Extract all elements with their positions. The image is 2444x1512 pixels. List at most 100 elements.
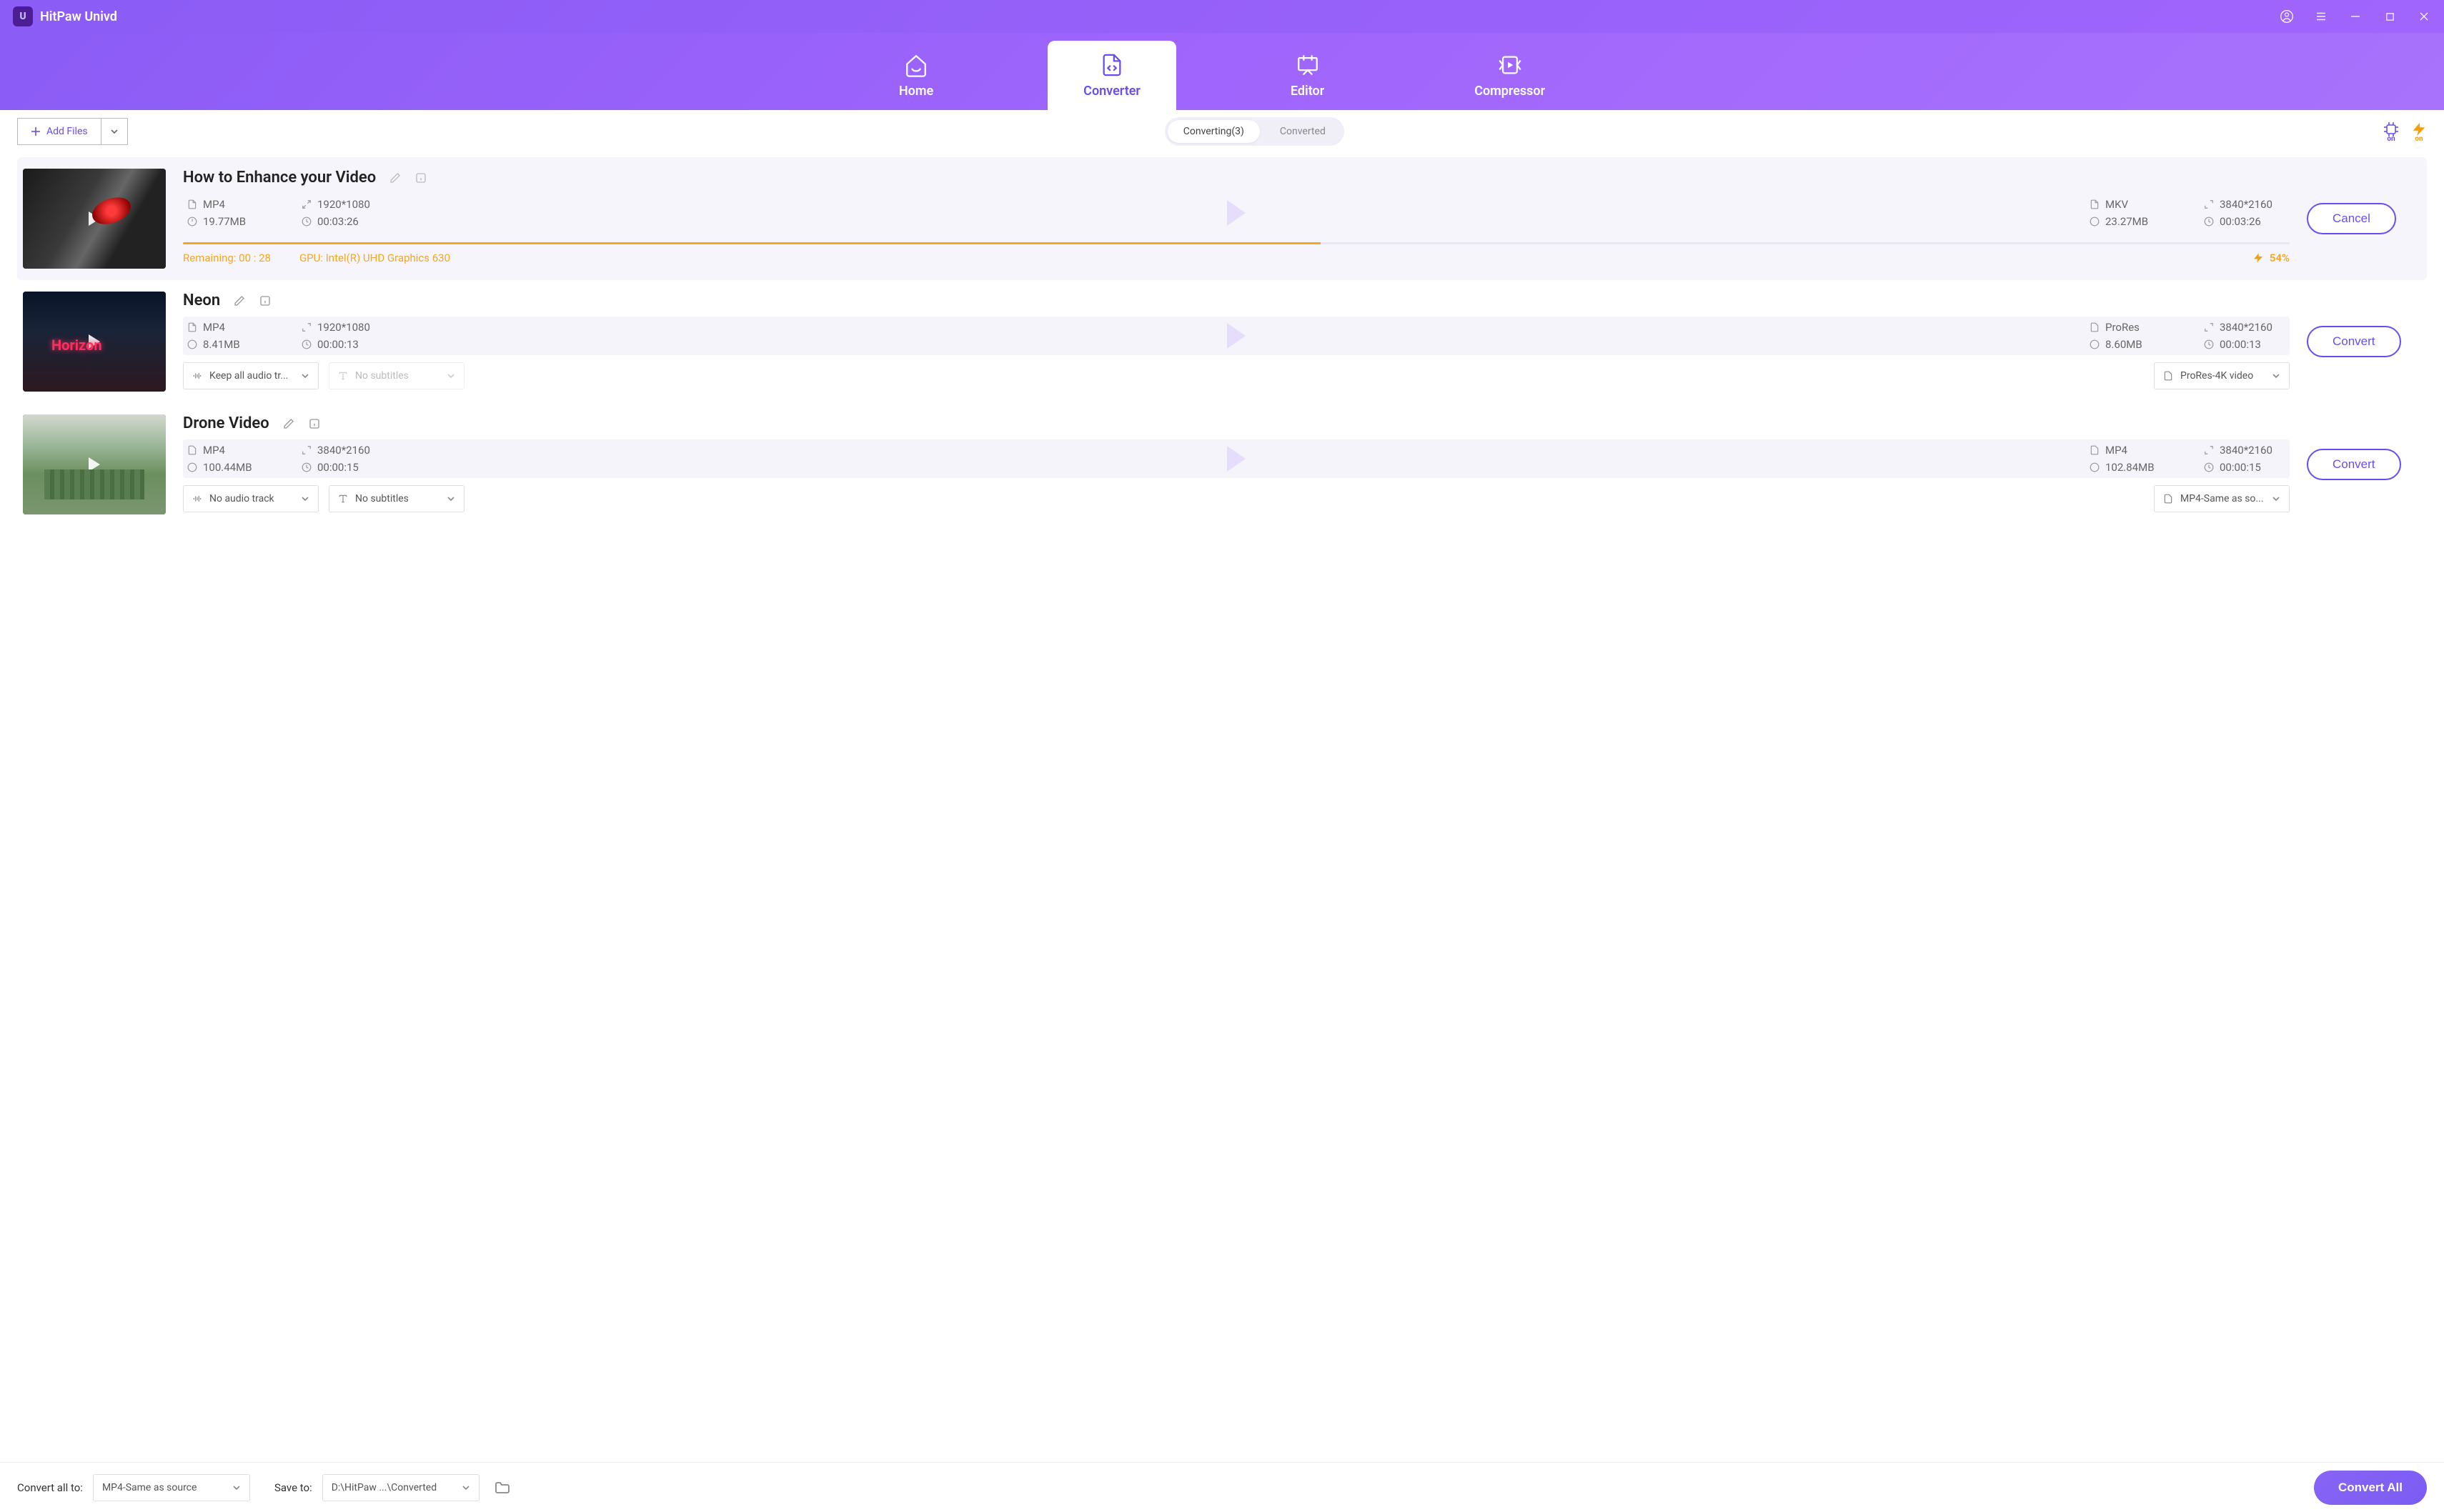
subtitle-dropdown[interactable]: No subtitles — [329, 485, 465, 512]
dst-size: 23.27MB — [2105, 215, 2148, 228]
pencil-icon — [234, 295, 245, 307]
rename-button[interactable] — [233, 294, 246, 307]
nav-tab-label: Converter — [1083, 84, 1141, 99]
src-size: 100.44MB — [203, 461, 252, 474]
audio-track-value: Keep all audio tr... — [209, 370, 288, 382]
resolution-icon — [302, 199, 312, 209]
minimize-button[interactable] — [2348, 9, 2363, 24]
cancel-button[interactable]: Cancel — [2307, 203, 2396, 234]
maximize-button[interactable] — [2383, 9, 2397, 24]
resolution-icon — [302, 322, 312, 332]
subtitle-icon — [338, 494, 348, 504]
convert-button[interactable]: Convert — [2307, 326, 2401, 357]
info-icon — [309, 418, 320, 429]
file-icon — [2163, 494, 2173, 504]
nav-tab-label: Compressor — [1474, 84, 1545, 99]
rename-button[interactable] — [282, 417, 295, 430]
thumbnail[interactable] — [23, 169, 166, 269]
subtitle-dropdown[interactable]: No subtitles — [329, 362, 465, 389]
chevron-down-icon — [301, 494, 309, 503]
output-format-dropdown[interactable]: MP4-Same as so... — [2154, 485, 2290, 512]
hardware-accel-toggle[interactable]: on — [2381, 121, 2401, 143]
dst-format: ProRes — [2105, 321, 2140, 334]
convert-all-button[interactable]: Convert All — [2314, 1471, 2427, 1505]
file-item: How to Enhance your Video MP4 1920*1080 — [17, 157, 2427, 280]
dst-duration: 00:00:15 — [2220, 461, 2261, 474]
plus-icon — [31, 126, 41, 136]
thumbnail[interactable] — [23, 414, 166, 514]
src-resolution: 1920*1080 — [317, 198, 370, 211]
size-icon — [2090, 217, 2100, 227]
output-format-dropdown[interactable]: ProRes-4K video — [2154, 362, 2290, 389]
save-to-value: D:\HitPaw ...\Converted — [332, 1482, 437, 1493]
clock-icon — [2204, 339, 2214, 349]
resolution-icon — [2204, 322, 2214, 332]
thumbnail[interactable] — [23, 292, 166, 392]
chevron-down-icon — [447, 494, 455, 503]
add-files-button[interactable]: Add Files — [18, 119, 101, 144]
file-icon — [187, 199, 197, 209]
info-button[interactable] — [308, 417, 321, 430]
dst-duration: 00:00:13 — [2220, 338, 2261, 351]
account-icon[interactable] — [2280, 9, 2294, 24]
src-format: MP4 — [203, 198, 225, 211]
progress-percent: 54% — [2270, 252, 2290, 264]
pencil-icon — [389, 172, 401, 184]
src-duration: 00:03:26 — [317, 215, 359, 228]
add-files-dropdown[interactable] — [101, 119, 127, 144]
convert-button[interactable]: Convert — [2307, 449, 2401, 480]
progress-gpu: GPU: Intel(R) UHD Graphics 630 — [299, 252, 450, 264]
rename-button[interactable] — [389, 171, 402, 184]
pencil-icon — [283, 418, 294, 429]
subtitle-value: No subtitles — [355, 370, 409, 382]
chevron-down-icon — [2272, 494, 2280, 503]
resolution-icon — [2204, 199, 2214, 209]
audio-icon — [192, 371, 202, 381]
editor-icon — [1295, 52, 1321, 78]
save-to-dropdown[interactable]: D:\HitPaw ...\Converted — [322, 1474, 480, 1501]
file-title: Neon — [183, 292, 220, 309]
src-duration: 00:00:13 — [317, 338, 359, 351]
nav-tab-converter[interactable]: Converter — [1048, 41, 1176, 110]
nav-tab-editor[interactable]: Editor — [1255, 41, 1360, 110]
clock-icon — [2204, 462, 2214, 472]
chevron-down-icon — [462, 1483, 470, 1492]
play-icon — [89, 457, 100, 472]
lightning-icon — [2252, 252, 2264, 264]
close-button[interactable] — [2417, 9, 2431, 24]
chevron-down-icon — [2272, 372, 2280, 380]
info-button[interactable] — [414, 171, 427, 184]
status-tab-converting[interactable]: Converting(3) — [1168, 120, 1260, 143]
progress-remaining: Remaining: 00 : 28 — [183, 252, 271, 264]
add-files-label: Add Files — [46, 126, 88, 137]
save-to-label: Save to: — [274, 1481, 312, 1494]
nav-tab-compressor[interactable]: Compressor — [1439, 41, 1581, 110]
src-size: 19.77MB — [203, 215, 246, 228]
folder-icon — [494, 1479, 511, 1496]
main-nav: Home Converter Editor Compressor — [0, 33, 2444, 110]
status-tab-converted[interactable]: Converted — [1264, 120, 1341, 143]
high-speed-toggle[interactable]: on — [2411, 121, 2427, 143]
hw-badge: on — [2387, 135, 2395, 143]
convert-all-to-dropdown[interactable]: MP4-Same as source — [93, 1474, 250, 1501]
clock-icon — [302, 462, 312, 472]
file-item: Drone Video MP4 3840*2160 100.44MB 00:00… — [17, 403, 2427, 526]
logo-block: HitPaw Univd — [13, 6, 117, 26]
size-icon — [187, 462, 197, 472]
info-button[interactable] — [259, 294, 272, 307]
subtitle-icon — [338, 371, 348, 381]
dst-size: 102.84MB — [2105, 461, 2155, 474]
open-folder-button[interactable] — [490, 1475, 515, 1501]
audio-track-dropdown[interactable]: No audio track — [183, 485, 319, 512]
file-icon — [2090, 445, 2100, 455]
src-format: MP4 — [203, 321, 225, 334]
info-icon — [259, 295, 271, 307]
nav-tab-home[interactable]: Home — [863, 41, 969, 110]
home-icon — [903, 52, 929, 78]
audio-track-value: No audio track — [209, 493, 274, 504]
progress-bar — [183, 242, 2290, 244]
titlebar-controls — [2280, 9, 2431, 24]
menu-icon[interactable] — [2314, 9, 2328, 24]
audio-track-dropdown[interactable]: Keep all audio tr... — [183, 362, 319, 389]
convert-all-to-label: Convert all to: — [17, 1481, 83, 1494]
